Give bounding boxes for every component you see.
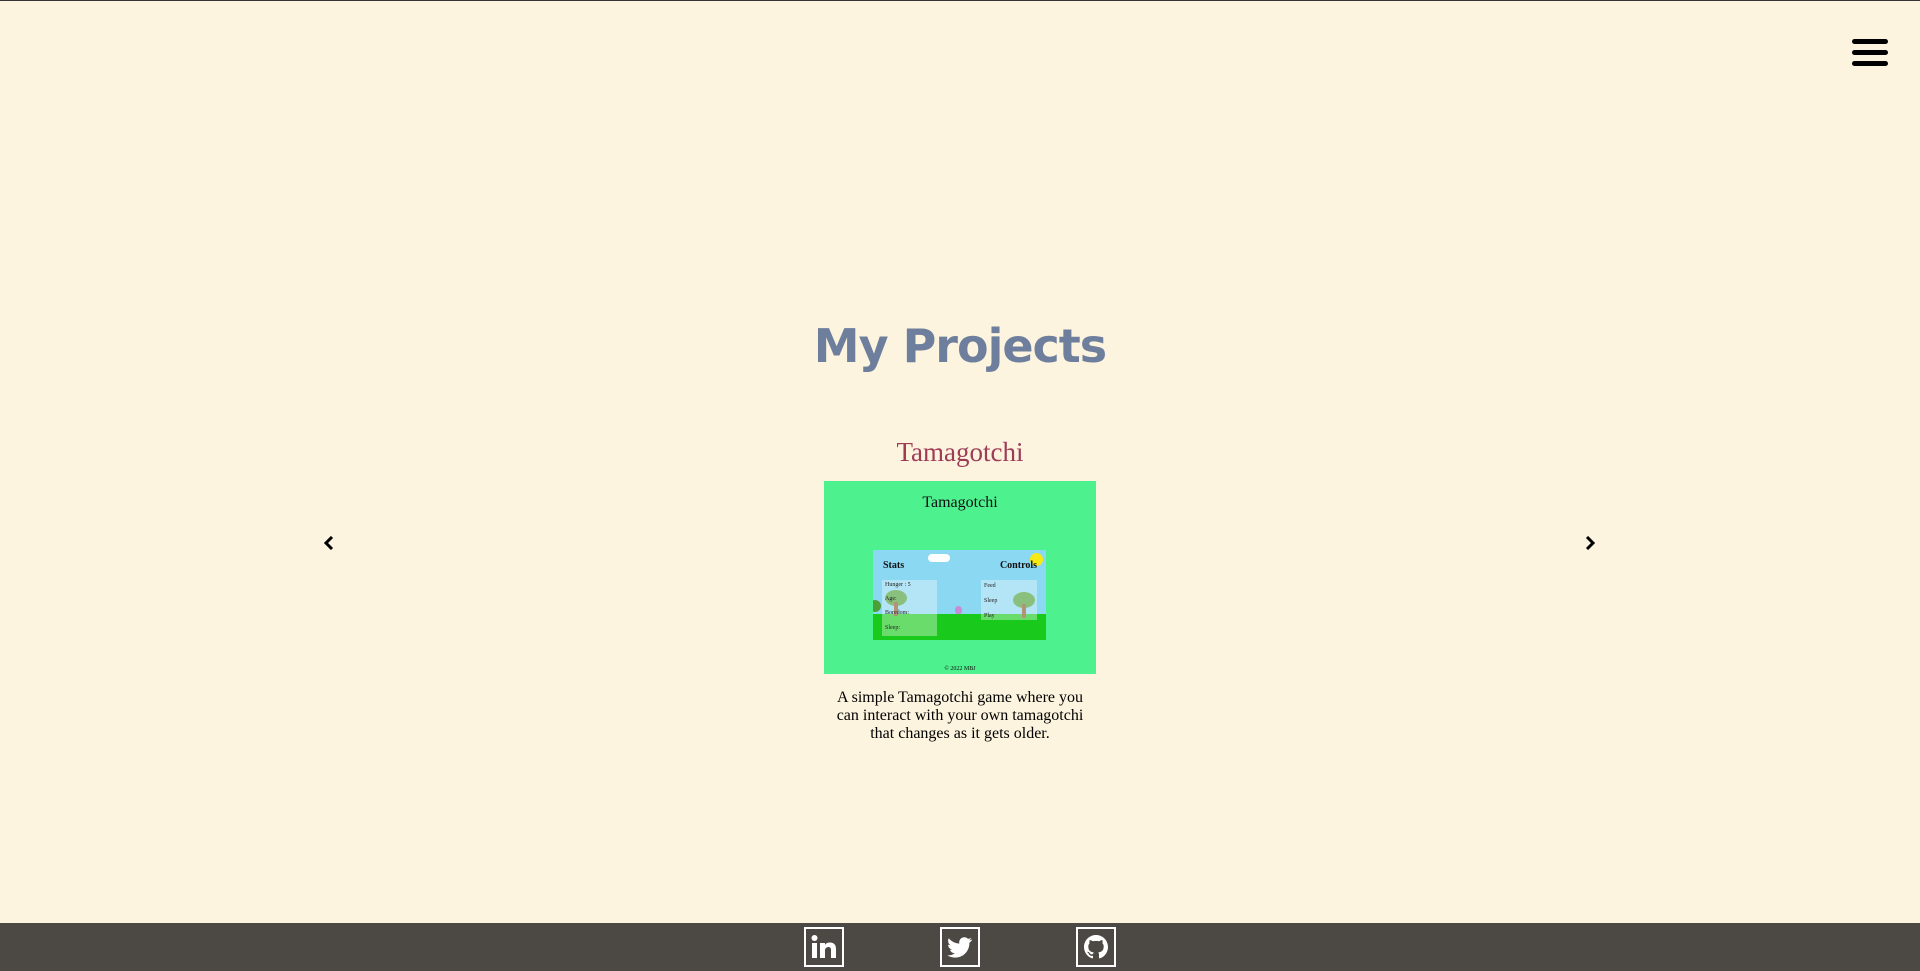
project-description: A simple Tamagotchi game where you can i… [836,689,1084,742]
chevron-left-icon [324,536,334,550]
stat-hunger: Hunger : 5 [885,582,911,588]
project-title: Tamagotchi [896,437,1024,467]
chevron-right-icon [1585,536,1595,550]
twitter-link[interactable] [940,927,980,967]
stat-boredom: Boredom: [885,610,909,616]
control-sleep: Sleep [984,598,998,604]
control-feed: Feed [984,583,996,589]
hamburger-menu-icon[interactable] [1852,39,1888,67]
project-slide: Tamagotchi Tamagotchi Stats Controls Hun… [824,431,1096,743]
tamagotchi-pet-icon [955,606,962,614]
linkedin-icon [811,935,836,958]
cloud-icon [928,554,950,562]
game-scene: Stats Controls Hunger : 5 Age: Boredom: … [873,550,1046,640]
carousel-next-button[interactable] [1580,531,1600,555]
github-icon [1084,935,1108,959]
linkedin-link[interactable] [804,927,844,967]
twitter-icon [947,937,972,958]
github-link[interactable] [1076,927,1116,967]
stat-age: Age: [885,596,897,602]
stats-label: Stats [883,560,905,571]
project-screenshot[interactable]: Tamagotchi Stats Controls Hunger : 5 Age… [824,481,1096,674]
stat-sleep: Sleep: [885,625,900,631]
page-title: My Projects [813,319,1107,373]
control-play: Play [984,613,995,619]
carousel-prev-button[interactable] [319,531,339,555]
footer [0,923,1920,971]
screenshot-title: Tamagotchi [922,494,998,511]
controls-label: Controls [999,560,1037,571]
screenshot-footer: © 2022 MBJ [944,666,976,672]
